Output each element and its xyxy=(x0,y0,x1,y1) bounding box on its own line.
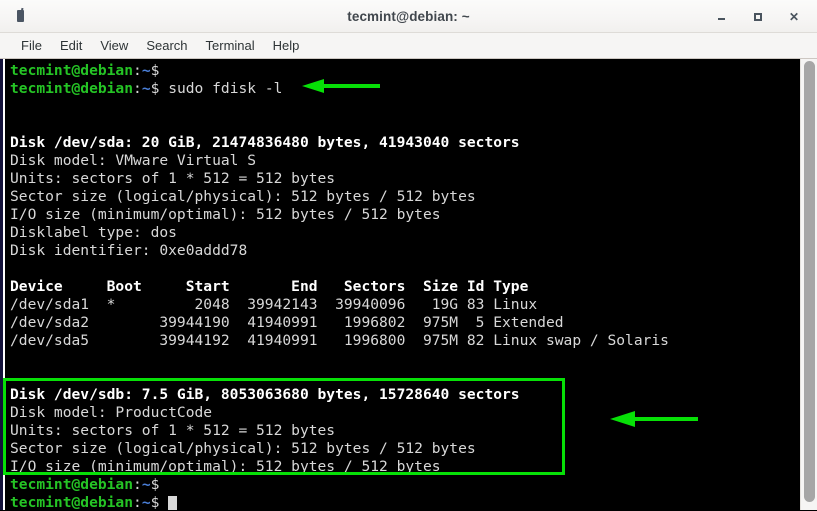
prompt-path: ~ xyxy=(141,80,151,97)
menu-item-search[interactable]: Search xyxy=(137,33,196,58)
terminal-command: sudo fdisk -l xyxy=(159,80,283,97)
prompt-path: ~ xyxy=(141,494,151,510)
terminal-output: /dev/sda1 * 2048 39942143 39940096 19G 8… xyxy=(10,296,538,313)
scrollbar-thumb[interactable] xyxy=(804,61,815,502)
terminal-line: Device Boot Start End Sectors Size Id Ty… xyxy=(5,278,817,296)
terminal-window: tecmint@debian: ~ ✕ File Edit View Searc… xyxy=(0,0,817,511)
terminal-line: Disk /dev/sda: 20 GiB, 21474836480 bytes… xyxy=(5,134,817,152)
terminal-line: Sector size (logical/physical): 512 byte… xyxy=(5,188,817,206)
terminal-line: /dev/sda1 * 2048 39942143 39940096 19G 8… xyxy=(5,296,817,314)
terminal-output-bold: Disk /dev/sda: 20 GiB, 21474836480 bytes… xyxy=(10,134,520,151)
terminal-output: Disk identifier: 0xe0addd78 xyxy=(10,242,248,259)
terminal-line: Units: sectors of 1 * 512 = 512 bytes xyxy=(5,170,817,188)
prompt-user-host: tecmint@debian xyxy=(10,62,134,79)
terminal-prompt-line: tecmint@debian:~$ sudo fdisk -l xyxy=(5,80,817,98)
terminal-line: Sector size (logical/physical): 512 byte… xyxy=(5,440,817,458)
terminal-prompt-line: tecmint@debian:~$ xyxy=(5,494,817,510)
terminal-output-bold: Disk /dev/sdb: 7.5 GiB, 8053063680 bytes… xyxy=(10,386,520,403)
terminal-output: I/O size (minimum/optimal): 512 bytes / … xyxy=(10,206,441,223)
terminal-line: I/O size (minimum/optimal): 512 bytes / … xyxy=(5,458,817,476)
terminal-output: Units: sectors of 1 * 512 = 512 bytes xyxy=(10,170,336,187)
prompt-sigil: $ xyxy=(150,476,160,493)
prompt-sigil: $ xyxy=(150,62,160,79)
terminal-line: I/O size (minimum/optimal): 512 bytes / … xyxy=(5,206,817,224)
prompt-colon: : xyxy=(133,476,142,493)
terminal-line: /dev/sda5 39944192 41940991 1996800 975M… xyxy=(5,332,817,350)
prompt-colon: : xyxy=(133,62,142,79)
prompt-path: ~ xyxy=(141,62,151,79)
close-button[interactable]: ✕ xyxy=(787,10,801,24)
terminal-output: Sector size (logical/physical): 512 byte… xyxy=(10,188,476,205)
minimize-button[interactable] xyxy=(715,10,729,24)
terminal-scrollbar[interactable] xyxy=(800,59,817,510)
terminal-output-bold: Device Boot Start End Sectors Size Id Ty… xyxy=(10,278,529,295)
terminal-output: Units: sectors of 1 * 512 = 512 bytes xyxy=(10,422,336,439)
terminal-output: Sector size (logical/physical): 512 byte… xyxy=(10,440,476,457)
menu-item-help[interactable]: Help xyxy=(264,33,309,58)
prompt-colon: : xyxy=(133,80,142,97)
terminal-line: Disk /dev/sdb: 7.5 GiB, 8053063680 bytes… xyxy=(5,386,817,404)
terminal-line: Disk model: ProductCode xyxy=(5,404,817,422)
terminal-screen[interactable]: tecmint@debian:~$ tecmint@debian:~$ sudo … xyxy=(5,59,817,510)
prompt-colon: : xyxy=(133,494,142,510)
terminal-output: Disk model: VMware Virtual S xyxy=(10,152,257,169)
prompt-path: ~ xyxy=(141,476,151,493)
menubar: File Edit View Search Terminal Help xyxy=(0,33,817,59)
maximize-button[interactable] xyxy=(751,10,765,24)
prompt-user-host: tecmint@debian xyxy=(10,476,134,493)
terminal-line: Disk model: VMware Virtual S xyxy=(5,152,817,170)
window-title: tecmint@debian: ~ xyxy=(347,8,470,24)
menu-item-terminal[interactable]: Terminal xyxy=(197,33,264,58)
prompt-user-host: tecmint@debian xyxy=(10,494,134,510)
terminal-prompt-line: tecmint@debian:~$ xyxy=(5,476,817,494)
terminal-line: Units: sectors of 1 * 512 = 512 bytes xyxy=(5,422,817,440)
terminal-body: tecmint@debian:~$ tecmint@debian:~$ sudo … xyxy=(0,59,817,510)
window-controls: ✕ xyxy=(715,0,809,33)
terminal-output: Disk model: ProductCode xyxy=(10,404,213,421)
prompt-user-host: tecmint@debian xyxy=(10,80,134,97)
menu-item-view[interactable]: View xyxy=(91,33,137,58)
terminal-output: I/O size (minimum/optimal): 512 bytes / … xyxy=(10,458,441,475)
terminal-line: Disklabel type: dos xyxy=(5,224,817,242)
menu-item-file[interactable]: File xyxy=(12,33,51,58)
terminal-output: Disklabel type: dos xyxy=(10,224,177,241)
terminal-output: /dev/sda2 39944190 41940991 1996802 975M… xyxy=(10,314,564,331)
text-cursor xyxy=(168,496,178,510)
terminal-output: /dev/sda5 39944192 41940991 1996800 975M… xyxy=(10,332,669,349)
terminal-line: /dev/sda2 39944190 41940991 1996802 975M… xyxy=(5,314,817,332)
window-titlebar[interactable]: tecmint@debian: ~ ✕ xyxy=(0,0,817,33)
terminal-line: Disk identifier: 0xe0addd78 xyxy=(5,242,817,260)
terminal-prompt-line: tecmint@debian:~$ xyxy=(5,62,817,80)
menu-item-edit[interactable]: Edit xyxy=(51,33,91,58)
